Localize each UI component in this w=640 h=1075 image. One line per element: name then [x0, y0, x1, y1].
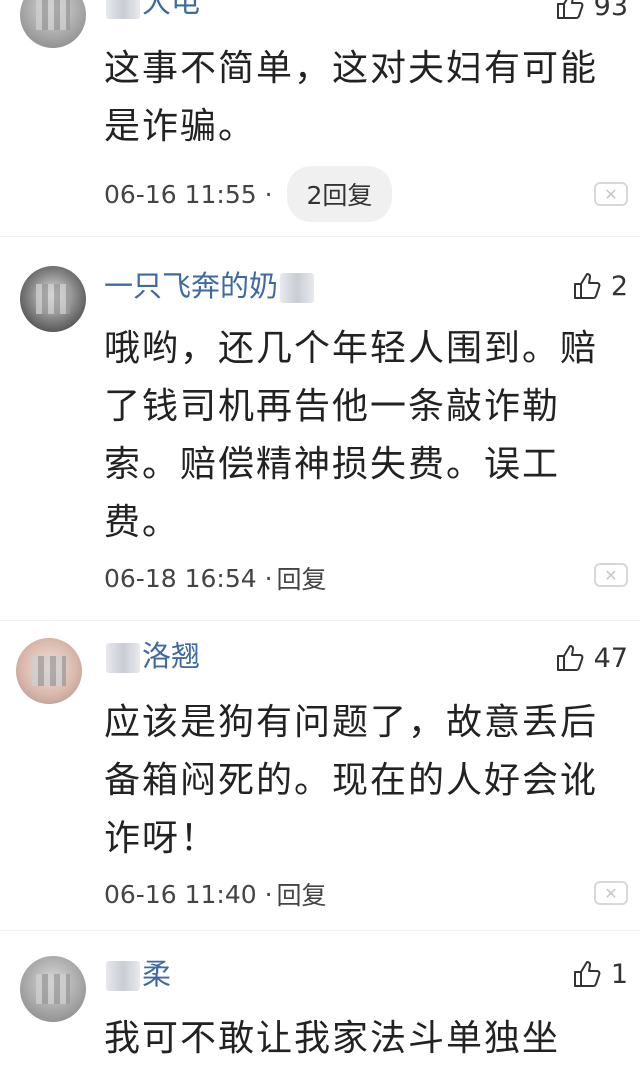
- close-icon[interactable]: ✕: [594, 182, 628, 206]
- comment-meta: 06-16 11:55 · 2回复: [104, 166, 393, 222]
- comment-text: 哦哟，还几个年轻人围到。赔了钱司机再告他一条敲诈勒索。赔偿精神损失费。误工费。: [104, 328, 599, 543]
- thumbs-up-icon: [573, 273, 601, 299]
- blurred-name-part: [280, 273, 315, 303]
- avatar[interactable]: [20, 956, 86, 1022]
- thumbs-up-icon: [556, 645, 584, 671]
- avatar[interactable]: [20, 0, 86, 48]
- username[interactable]: 洛翘: [104, 642, 200, 673]
- thumbs-up-icon: [556, 0, 584, 19]
- blurred-name-part: [106, 961, 140, 991]
- divider: [0, 236, 640, 237]
- close-icon[interactable]: ✕: [594, 881, 628, 905]
- blurred-name-part: [106, 643, 140, 673]
- like-button[interactable]: 2: [571, 270, 628, 302]
- timestamp: 06-18 16:54 ·: [104, 563, 273, 593]
- reply-count-button[interactable]: 2回复: [286, 166, 393, 222]
- divider: [0, 620, 640, 621]
- like-count: 93: [593, 0, 628, 22]
- username[interactable]: 大电: [104, 0, 200, 19]
- comment-meta: 06-18 16:54 · 回复: [104, 560, 327, 596]
- avatar[interactable]: [16, 638, 82, 704]
- comment-text: 这事不简单，这对夫妇有可能是诈骗。: [104, 48, 599, 147]
- comment-meta: 06-16 11:40 · 回复: [104, 876, 327, 912]
- like-button[interactable]: 93: [554, 0, 628, 22]
- avatar[interactable]: [20, 266, 86, 332]
- reply-button[interactable]: 回复: [277, 876, 327, 912]
- username[interactable]: 柔: [104, 960, 171, 991]
- timestamp: 06-16 11:40 ·: [104, 879, 273, 909]
- comment-text: 应该是狗有问题了，故意丢后备箱闷死的。现在的人好会讹诈呀！: [104, 702, 599, 859]
- like-count: 2: [610, 270, 628, 302]
- divider: [0, 930, 640, 931]
- like-count: 1: [610, 958, 628, 990]
- like-button[interactable]: 47: [554, 642, 628, 674]
- thumbs-up-icon: [573, 961, 601, 987]
- like-count: 47: [593, 642, 628, 674]
- like-button[interactable]: 1: [571, 958, 628, 990]
- blurred-name-part: [106, 0, 140, 19]
- username[interactable]: 一只飞奔的奶: [104, 272, 316, 303]
- timestamp: 06-16 11:55 ·: [104, 179, 273, 209]
- comment-text: 我可不敢让我家法斗单独坐: [104, 1018, 561, 1059]
- reply-button[interactable]: 回复: [277, 560, 327, 596]
- close-icon[interactable]: ✕: [594, 563, 628, 587]
